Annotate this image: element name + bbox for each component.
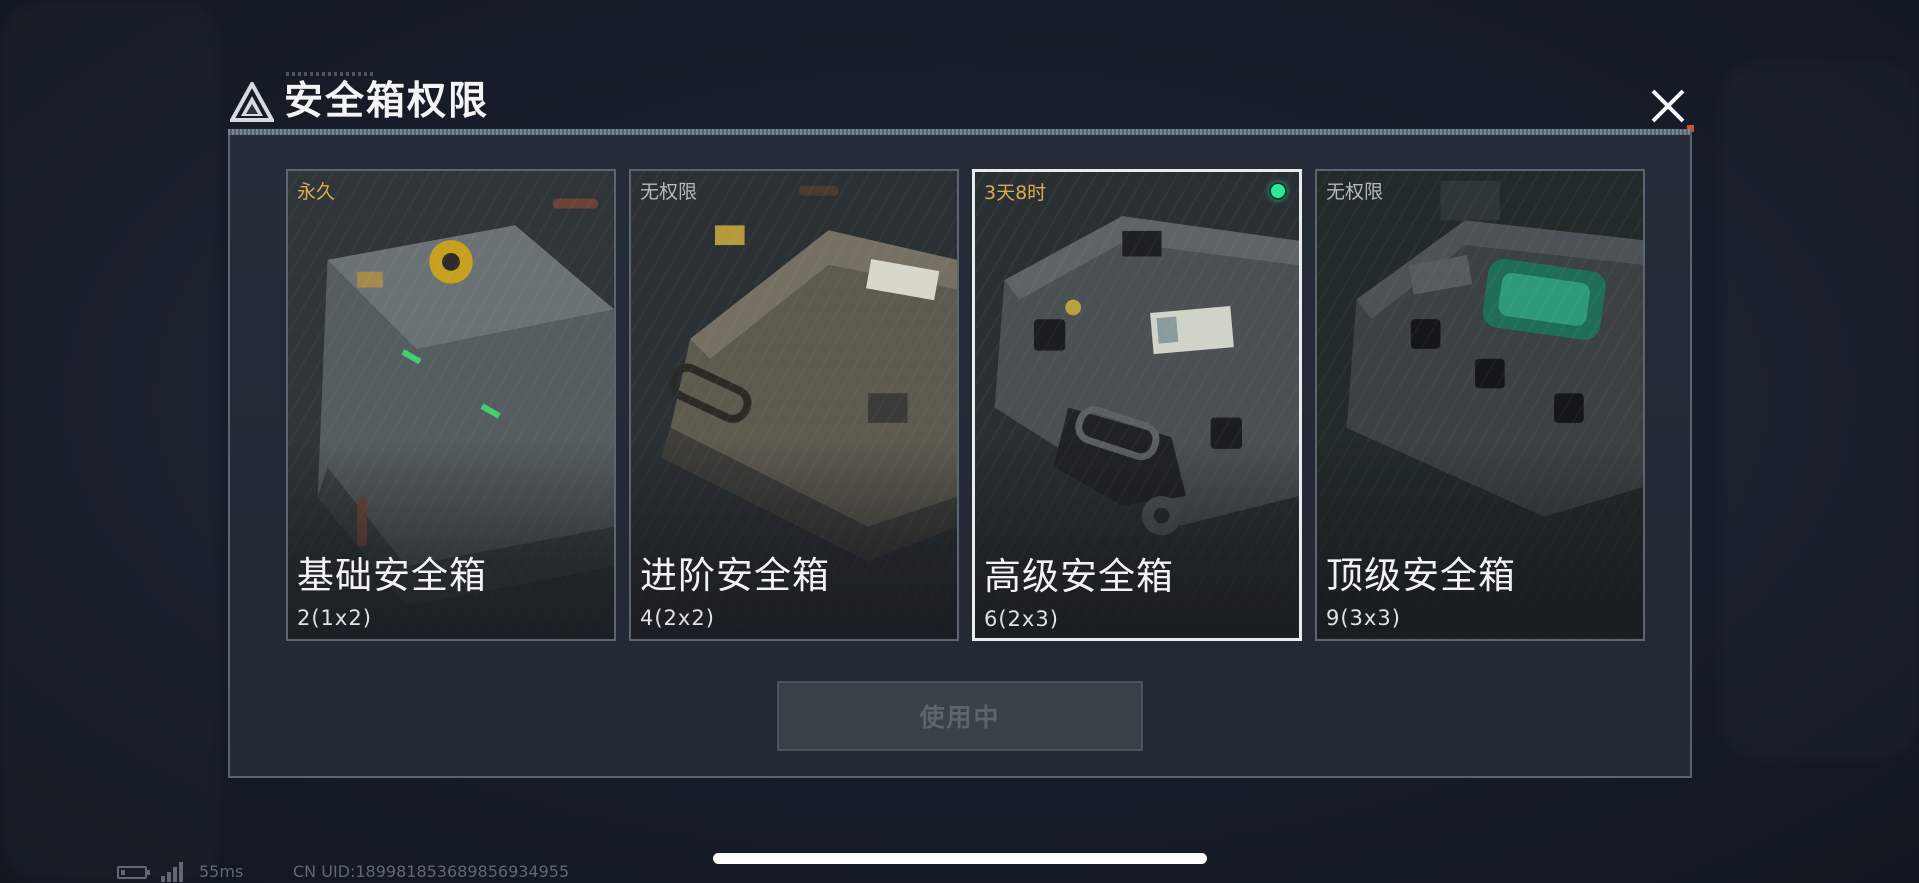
card-capacity: 6(2x3) (984, 607, 1059, 631)
dialog-header: 安全箱权限 (226, 72, 1694, 136)
ping-text: 55ms (199, 862, 244, 881)
uid-text: CN UID:18998185368985693495​5 (293, 862, 570, 881)
dialog-title: 安全箱权限 (284, 79, 490, 124)
card-name: 高级安全箱 (984, 555, 1174, 598)
safe-box-card-premium[interactable]: 3天8时 高级安全箱 6(2x3) (972, 169, 1302, 641)
safe-box-card-basic[interactable]: 永久 基础安全箱 2(1x2) (286, 169, 616, 641)
close-icon (1651, 89, 1685, 123)
card-capacity: 9(3x3) (1326, 606, 1401, 630)
card-name: 顶级安全箱 (1326, 554, 1516, 597)
card-name: 基础安全箱 (297, 554, 487, 597)
triangle-logo-icon (230, 82, 274, 122)
card-capacity: 4(2x2) (640, 606, 715, 630)
card-name: 进阶安全箱 (640, 554, 830, 597)
background-shape (1720, 60, 1919, 760)
active-dot-icon (1269, 182, 1287, 200)
card-status: 3天8时 (984, 182, 1047, 204)
close-button[interactable] (1644, 82, 1694, 132)
home-indicator[interactable] (713, 853, 1207, 864)
signal-icon (161, 862, 183, 882)
safe-box-card-advanced[interactable]: 无权限 进阶安全箱 4(2x2) (629, 169, 959, 641)
card-status: 无权限 (640, 181, 698, 203)
card-status: 无权限 (1326, 181, 1384, 203)
card-capacity: 2(1x2) (297, 606, 372, 630)
battery-icon (117, 866, 150, 879)
title-decoration (286, 72, 376, 76)
game-screen: 安全箱权限 永久 基础安全箱 2(1x2) 无权限 进阶安全箱 4(2x2) 3… (0, 0, 1919, 883)
background-shape (0, 0, 220, 883)
card-status: 永久 (297, 181, 336, 203)
in-use-button[interactable]: 使用中 (777, 681, 1143, 751)
safe-box-card-top[interactable]: 无权限 顶级安全箱 9(3x3) (1315, 169, 1645, 641)
